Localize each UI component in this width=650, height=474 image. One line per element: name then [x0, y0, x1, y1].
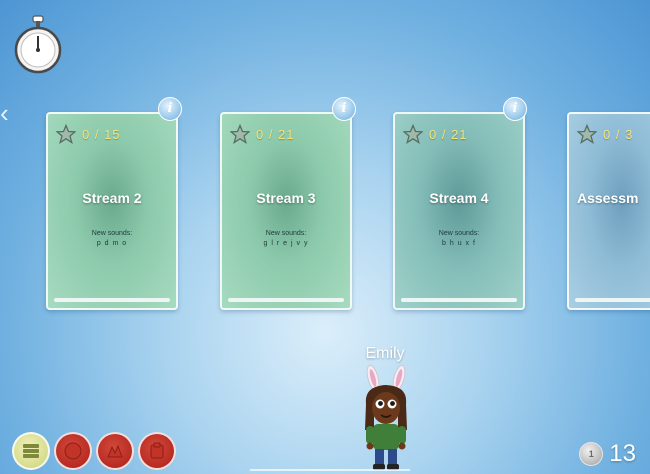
score-row: 0 / 3	[577, 124, 633, 144]
coin-count: 13	[609, 440, 636, 467]
stream-card[interactable]: 0 / 21 Stream 3 New sounds: g l r e j v …	[220, 112, 352, 310]
coin-icon: 1	[579, 442, 604, 466]
score-row: 0 / 21	[403, 124, 468, 144]
floor-line	[250, 469, 410, 471]
new-sounds-label: New sounds:	[265, 230, 307, 237]
score-label: 0 / 21	[256, 126, 295, 142]
card-title: Assessm	[577, 190, 639, 206]
red-button[interactable]	[96, 432, 134, 470]
player-name: Emily	[365, 345, 405, 362]
red-button-icon	[107, 444, 123, 458]
score-row: 0 / 21	[230, 124, 295, 144]
star-icon	[577, 124, 597, 144]
stream-card[interactable]: 0 / 3 Assessm	[567, 112, 650, 310]
avatar[interactable]	[358, 364, 414, 472]
menu-button[interactable]	[12, 432, 50, 470]
new-sounds-label: New sounds:	[91, 230, 133, 237]
progress-bar	[54, 298, 170, 302]
card-title: Stream 3	[256, 190, 316, 206]
star-icon	[403, 124, 423, 144]
bottom-toolbar	[12, 432, 176, 470]
info-button[interactable]: i	[158, 97, 182, 121]
new-sounds-label: New sounds:	[438, 230, 480, 237]
progress-bar	[401, 298, 517, 302]
stream-card[interactable]: 0 / 21 Stream 4 New sounds: b h u x f	[393, 112, 525, 310]
score-row: 0 / 15	[56, 124, 121, 144]
coin-counter: 1 13	[579, 440, 636, 468]
red-button-icon	[64, 442, 82, 460]
red-button-icon	[150, 442, 164, 459]
card-title: Stream 2	[82, 190, 142, 206]
new-sounds-list: b h u x f	[442, 240, 476, 247]
star-icon	[230, 124, 250, 144]
info-button[interactable]: i	[332, 97, 356, 121]
score-label: 0 / 21	[429, 126, 468, 142]
card-title: Stream 4	[429, 190, 489, 206]
star-icon	[56, 124, 76, 144]
score-label: 0 / 3	[603, 126, 634, 142]
new-sounds-list: p d m o	[96, 240, 128, 247]
info-button[interactable]: i	[503, 97, 527, 121]
progress-bar	[575, 298, 650, 302]
menu-list-icon	[23, 444, 39, 458]
stream-card[interactable]: 0 / 15 Stream 2 New sounds: p d m o	[46, 112, 178, 310]
new-sounds-list: g l r e j v y	[263, 240, 309, 247]
score-label: 0 / 15	[82, 126, 121, 142]
progress-bar	[228, 298, 344, 302]
red-button[interactable]	[54, 432, 92, 470]
stream-carousel: 0 / 15 Stream 2 New sounds: p d m o i 0 …	[0, 0, 650, 340]
red-button[interactable]	[138, 432, 176, 470]
